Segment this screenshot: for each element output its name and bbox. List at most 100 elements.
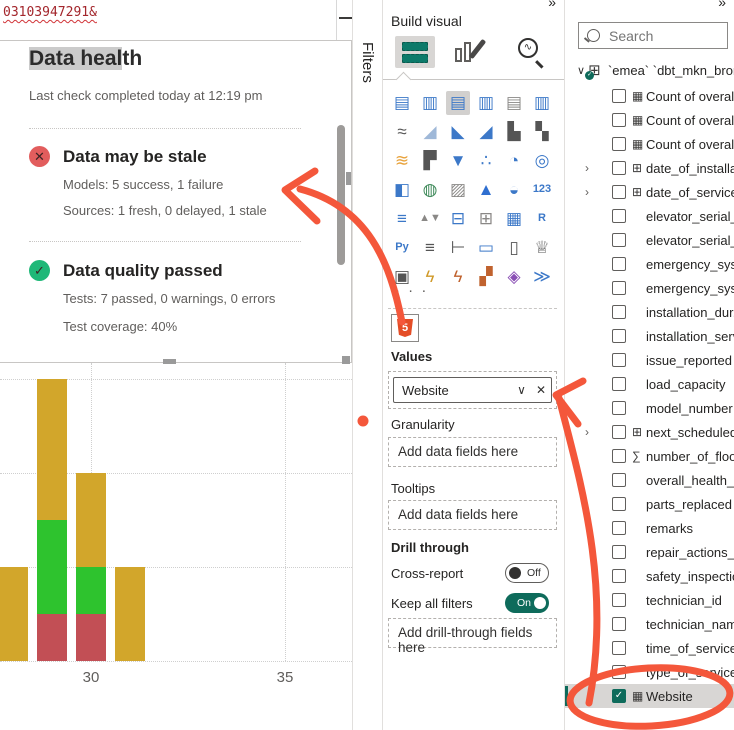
search-box[interactable] [578,22,728,49]
field-checkbox[interactable] [612,665,626,679]
field-checkbox[interactable] [612,89,626,103]
qa-visual-icon[interactable]: ▭ [474,236,498,260]
field-checkbox[interactable] [612,521,626,535]
bar-segment-gold[interactable] [37,379,67,520]
field-row-load-capacity[interactable]: load_capacity [565,372,734,396]
field-checkbox[interactable] [612,497,626,511]
field-row-parts-replaced[interactable]: parts_replaced [565,492,734,516]
field-checkbox[interactable] [612,641,626,655]
histogram-chart[interactable]: 3035 [0,363,352,723]
drill-through-field-well[interactable]: Add drill-through fields here [388,618,557,648]
field-row-repair-actions-t-[interactable]: repair_actions_t... [565,540,734,564]
field-checkbox[interactable] [612,233,626,247]
remove-field-icon[interactable]: ✕ [531,383,551,397]
100-stacked-area-chart-icon[interactable]: ◢ [474,120,498,144]
waterfall-chart-icon[interactable]: ▛ [418,149,442,173]
bar-segment-red[interactable] [37,614,67,661]
search-input[interactable] [607,27,721,45]
field-row-date-of-service[interactable]: ›⊞date_of_service [565,180,734,204]
line-clustered-column-chart-icon[interactable]: ▚ [530,120,554,144]
field-checkbox[interactable] [612,377,626,391]
r-script-visual-icon[interactable]: R [530,207,554,231]
stacked-bar-chart-icon[interactable]: ▤ [390,91,414,115]
field-row-model-number[interactable]: model_number [565,396,734,420]
filled-map-icon[interactable]: ▨ [446,178,470,202]
field-row-issue-reported[interactable]: issue_reported [565,348,734,372]
field-row-date-of-installa-[interactable]: ›⊞date_of_installa... [565,156,734,180]
field-row-technician-name[interactable]: technician_name [565,612,734,636]
stacked-area-chart-icon[interactable]: ◣ [446,120,470,144]
table-tree-root[interactable]: ∨ ⊞✓ `emea` `dbt_mkn_bron... [565,58,734,82]
multi-row-card-icon[interactable]: ≡ [390,207,414,231]
line-chart-icon[interactable]: ≈ [390,120,414,144]
card-icon[interactable]: 123 [530,178,554,202]
scrollbar-thumb[interactable] [337,125,345,265]
website-field-pill[interactable]: Website ∨ ✕ [393,377,552,403]
granularity-field-well[interactable]: Add data fields here [388,437,557,467]
chevron-down-icon[interactable]: ∨ [512,383,531,397]
dynamic-filter-visual-icon[interactable]: ϟ [446,265,470,289]
bar-segment-gold[interactable] [0,567,28,661]
bar-segment-green[interactable] [37,520,67,614]
expand-chevron-icon[interactable]: › [585,161,612,175]
gauge-icon[interactable]: ◒ [502,178,526,202]
metrics-icon[interactable]: ♕ [530,236,554,260]
html-custom-visual-button[interactable]: 5 [391,314,419,342]
power-kpi-visual-icon[interactable]: ◈ [502,265,526,289]
field-row-type-of-service[interactable]: type_of_service [565,660,734,684]
100-stacked-bar-chart-icon[interactable]: ▤ [502,91,526,115]
bar-segment-gold[interactable] [76,473,106,567]
field-checkbox[interactable] [612,425,626,439]
decomposition-tree-icon[interactable]: ⊢ [446,236,470,260]
field-checkbox[interactable] [612,137,626,151]
field-checkbox[interactable] [612,401,626,415]
tab-analytics[interactable]: ∿ [517,37,545,65]
clustered-column-chart-icon[interactable]: ▥ [474,91,498,115]
field-row-count-of-overal-[interactable]: ▦Count of overal... [565,132,734,156]
paginated-report-icon[interactable]: ▯ [502,236,526,260]
collapse-pane-icon[interactable]: » [548,0,556,10]
expand-chevron-icon[interactable]: › [585,425,612,439]
field-checkbox[interactable] [612,593,626,607]
donut-chart-icon[interactable]: ◎ [530,149,554,173]
power-automate-visual-icon[interactable]: ≫ [530,265,554,289]
resize-handle-right[interactable] [346,172,351,185]
field-row-emergency-syst-[interactable]: emergency_syst... [565,276,734,300]
map-icon[interactable]: ◍ [418,178,442,202]
field-row-count-of-overal-[interactable]: ▦Count of overal... [565,84,734,108]
field-row-installation-serv-[interactable]: installation_serv... [565,324,734,348]
expand-chevron-icon[interactable]: › [585,185,612,199]
100-stacked-column-chart-icon[interactable]: ▥ [530,91,554,115]
field-checkbox[interactable] [612,209,626,223]
minimize-icon[interactable] [339,17,352,19]
field-row-emergency-syst-[interactable]: emergency_syst... [565,252,734,276]
tab-format-visual[interactable] [453,38,479,64]
field-row-overall-health-c-[interactable]: overall_health_c... [565,468,734,492]
line-stacked-column-chart-icon[interactable]: ▙ [502,120,526,144]
field-row-number-of-floo-[interactable]: ∑number_of_floo... [565,444,734,468]
bar-segment-green[interactable] [76,567,106,614]
table-icon[interactable]: ⊞ [474,207,498,231]
tooltips-field-well[interactable]: Add data fields here [388,500,557,530]
field-row-technician-id[interactable]: technician_id [565,588,734,612]
field-checkbox[interactable]: ✓ [612,689,626,703]
field-checkbox[interactable] [612,113,626,127]
python-visual-icon[interactable]: Py [390,236,414,260]
field-row-website[interactable]: ✓▦Website [565,684,734,708]
field-checkbox[interactable] [612,569,626,583]
keep-filters-toggle[interactable]: On [505,593,549,613]
field-checkbox[interactable] [612,305,626,319]
field-row-count-of-overal-[interactable]: ▦Count of overal... [565,108,734,132]
funnel-chart-icon[interactable]: ▼ [446,149,470,173]
values-field-well[interactable]: Website ∨ ✕ [388,371,557,409]
slicer-new-icon[interactable]: ≡ [418,236,442,260]
field-checkbox[interactable] [612,185,626,199]
bar-segment-gold[interactable] [115,567,145,661]
arcgis-map-icon[interactable]: ▞ [474,265,498,289]
field-row-next-scheduled-[interactable]: ›⊞next_scheduled... [565,420,734,444]
field-checkbox[interactable] [612,449,626,463]
slicer-icon[interactable]: ⊟ [446,207,470,231]
matrix-icon[interactable]: ▦ [502,207,526,231]
field-row-safety-inspectio-[interactable]: safety_inspectio... [565,564,734,588]
get-more-visuals-button[interactable]: · · · [395,282,428,299]
